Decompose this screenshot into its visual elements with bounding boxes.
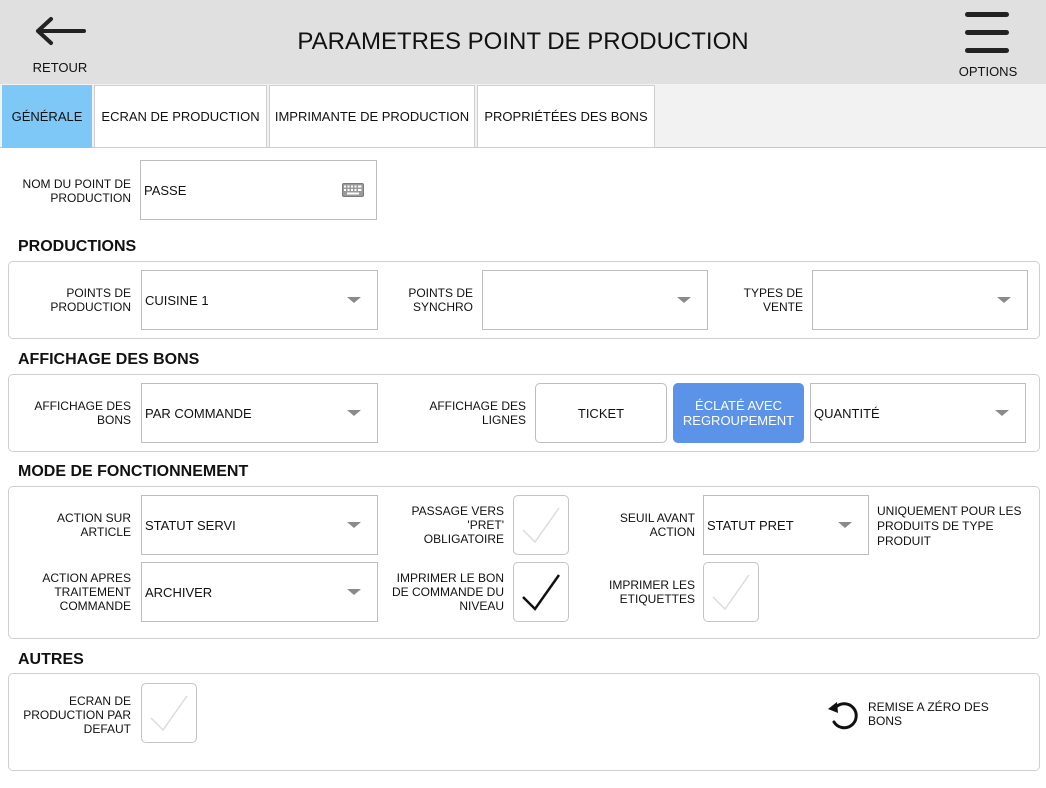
tab-imprimante-de-production[interactable]: IMPRIMANTE DE PRODUCTION [269,85,475,148]
chevron-down-icon [677,297,691,303]
chevron-down-icon [347,297,361,303]
checkmark-icon [522,507,560,544]
menu-icon [965,12,1009,54]
eclate-avec-regroupement-toggle[interactable]: ÉCLATÉ AVEC REGROUPEMENT [673,383,804,443]
options-button[interactable]: OPTIONS [952,6,1024,82]
imprimer-etiquettes-label: IMPRIMER LES ETIQUETTES [608,578,695,606]
production-point-name-input[interactable]: PASSE [140,160,377,220]
back-label: RETOUR [32,60,88,75]
points-synchro-label: POINTS DE SYNCHRO [408,286,473,314]
chevron-down-icon [995,410,1009,416]
tab-bar: GÉNÉRALE ECRAN DE PRODUCTION IMPRIMANTE … [0,84,1046,148]
action-apres-select[interactable]: ARCHIVER [141,562,378,622]
imprimer-etiquettes-checkbox[interactable] [703,562,759,622]
points-production-select[interactable]: CUISINE 1 [141,270,378,330]
seuil-action-value: STATUT PRET [707,517,794,533]
seuil-action-label: SEUIL AVANT ACTION [619,511,695,539]
affichage-bons-value: PAR COMMANDE [145,405,252,421]
points-synchro-select[interactable] [482,270,708,330]
tab-ecran-de-production[interactable]: ECRAN DE PRODUCTION [94,85,267,148]
ecran-defaut-checkbox[interactable] [141,683,197,743]
chevron-down-icon [838,522,852,528]
chevron-down-icon [347,589,361,595]
name-value: PASSE [144,182,187,198]
header-bar: RETOUR PARAMETRES POINT DE PRODUCTION OP… [0,0,1046,84]
affichage-lignes-label: AFFICHAGE DES LIGNES [429,399,526,427]
imprimer-bon-checkbox[interactable] [513,562,569,622]
options-label: OPTIONS [958,64,1018,79]
chevron-down-icon [347,410,361,416]
checkmark-icon [522,574,561,611]
affichage-heading: AFFICHAGE DES BONS [18,351,200,368]
chevron-down-icon [347,522,361,528]
types-vente-label: TYPES DE VENTE [743,286,803,314]
ecran-defaut-label: ECRAN DE PRODUCTION PAR DEFAUT [23,694,131,736]
quantite-select[interactable]: QUANTITÉ [810,383,1026,443]
autres-heading: AUTRES [18,651,84,668]
tab-generale[interactable]: GÉNÉRALE [2,85,92,148]
affichage-bons-select[interactable]: PAR COMMANDE [141,383,378,443]
page-title: PARAMETRES POINT DE PRODUCTION [297,28,749,55]
chevron-down-icon [997,297,1011,303]
checkmark-icon [712,574,750,611]
types-vente-select[interactable] [812,270,1028,330]
points-production-value: CUISINE 1 [145,292,209,308]
passage-pret-checkbox[interactable] [513,495,569,555]
action-apres-label: ACTION APRES TRAITEMENT COMMANDE [42,571,131,613]
quantite-value: QUANTITÉ [814,405,880,421]
mode-heading: MODE DE FONCTIONNEMENT [18,463,249,480]
seuil-action-select[interactable]: STATUT PRET [703,495,869,555]
action-article-value: STATUT SERVI [145,517,236,533]
name-label: NOM DU POINT DE PRODUCTION [22,177,131,205]
ticket-toggle[interactable]: TICKET [535,383,667,443]
reset-icon [828,702,858,730]
seuil-note: UNIQUEMENT POUR LES PRODUITS DE TYPE PRO… [877,504,1022,548]
passage-pret-label: PASSAGE VERS 'PRET' OBLIGATOIRE [411,504,504,546]
reset-bons-button[interactable]: REMISE A ZÉRO DES BONS [826,698,1016,732]
action-article-select[interactable]: STATUT SERVI [141,495,378,555]
checkmark-icon [150,695,188,732]
action-apres-value: ARCHIVER [145,584,213,600]
points-production-label: POINTS DE PRODUCTION [50,286,131,314]
keyboard-icon[interactable] [342,183,364,197]
arrow-left-icon [36,17,86,45]
action-article-label: ACTION SUR ARTICLE [56,511,131,539]
back-button[interactable]: RETOUR [22,8,98,80]
imprimer-bon-label: IMPRIMER LE BON DE COMMANDE DU NIVEAU [391,571,504,613]
affichage-bons-label: AFFICHAGE DES BONS [34,399,131,427]
productions-heading: PRODUCTIONS [18,238,137,255]
reset-bons-label: REMISE A ZÉRO DES BONS [868,700,989,728]
tab-proprietees-des-bons[interactable]: PROPRIÉTÉES DES BONS [477,85,655,148]
